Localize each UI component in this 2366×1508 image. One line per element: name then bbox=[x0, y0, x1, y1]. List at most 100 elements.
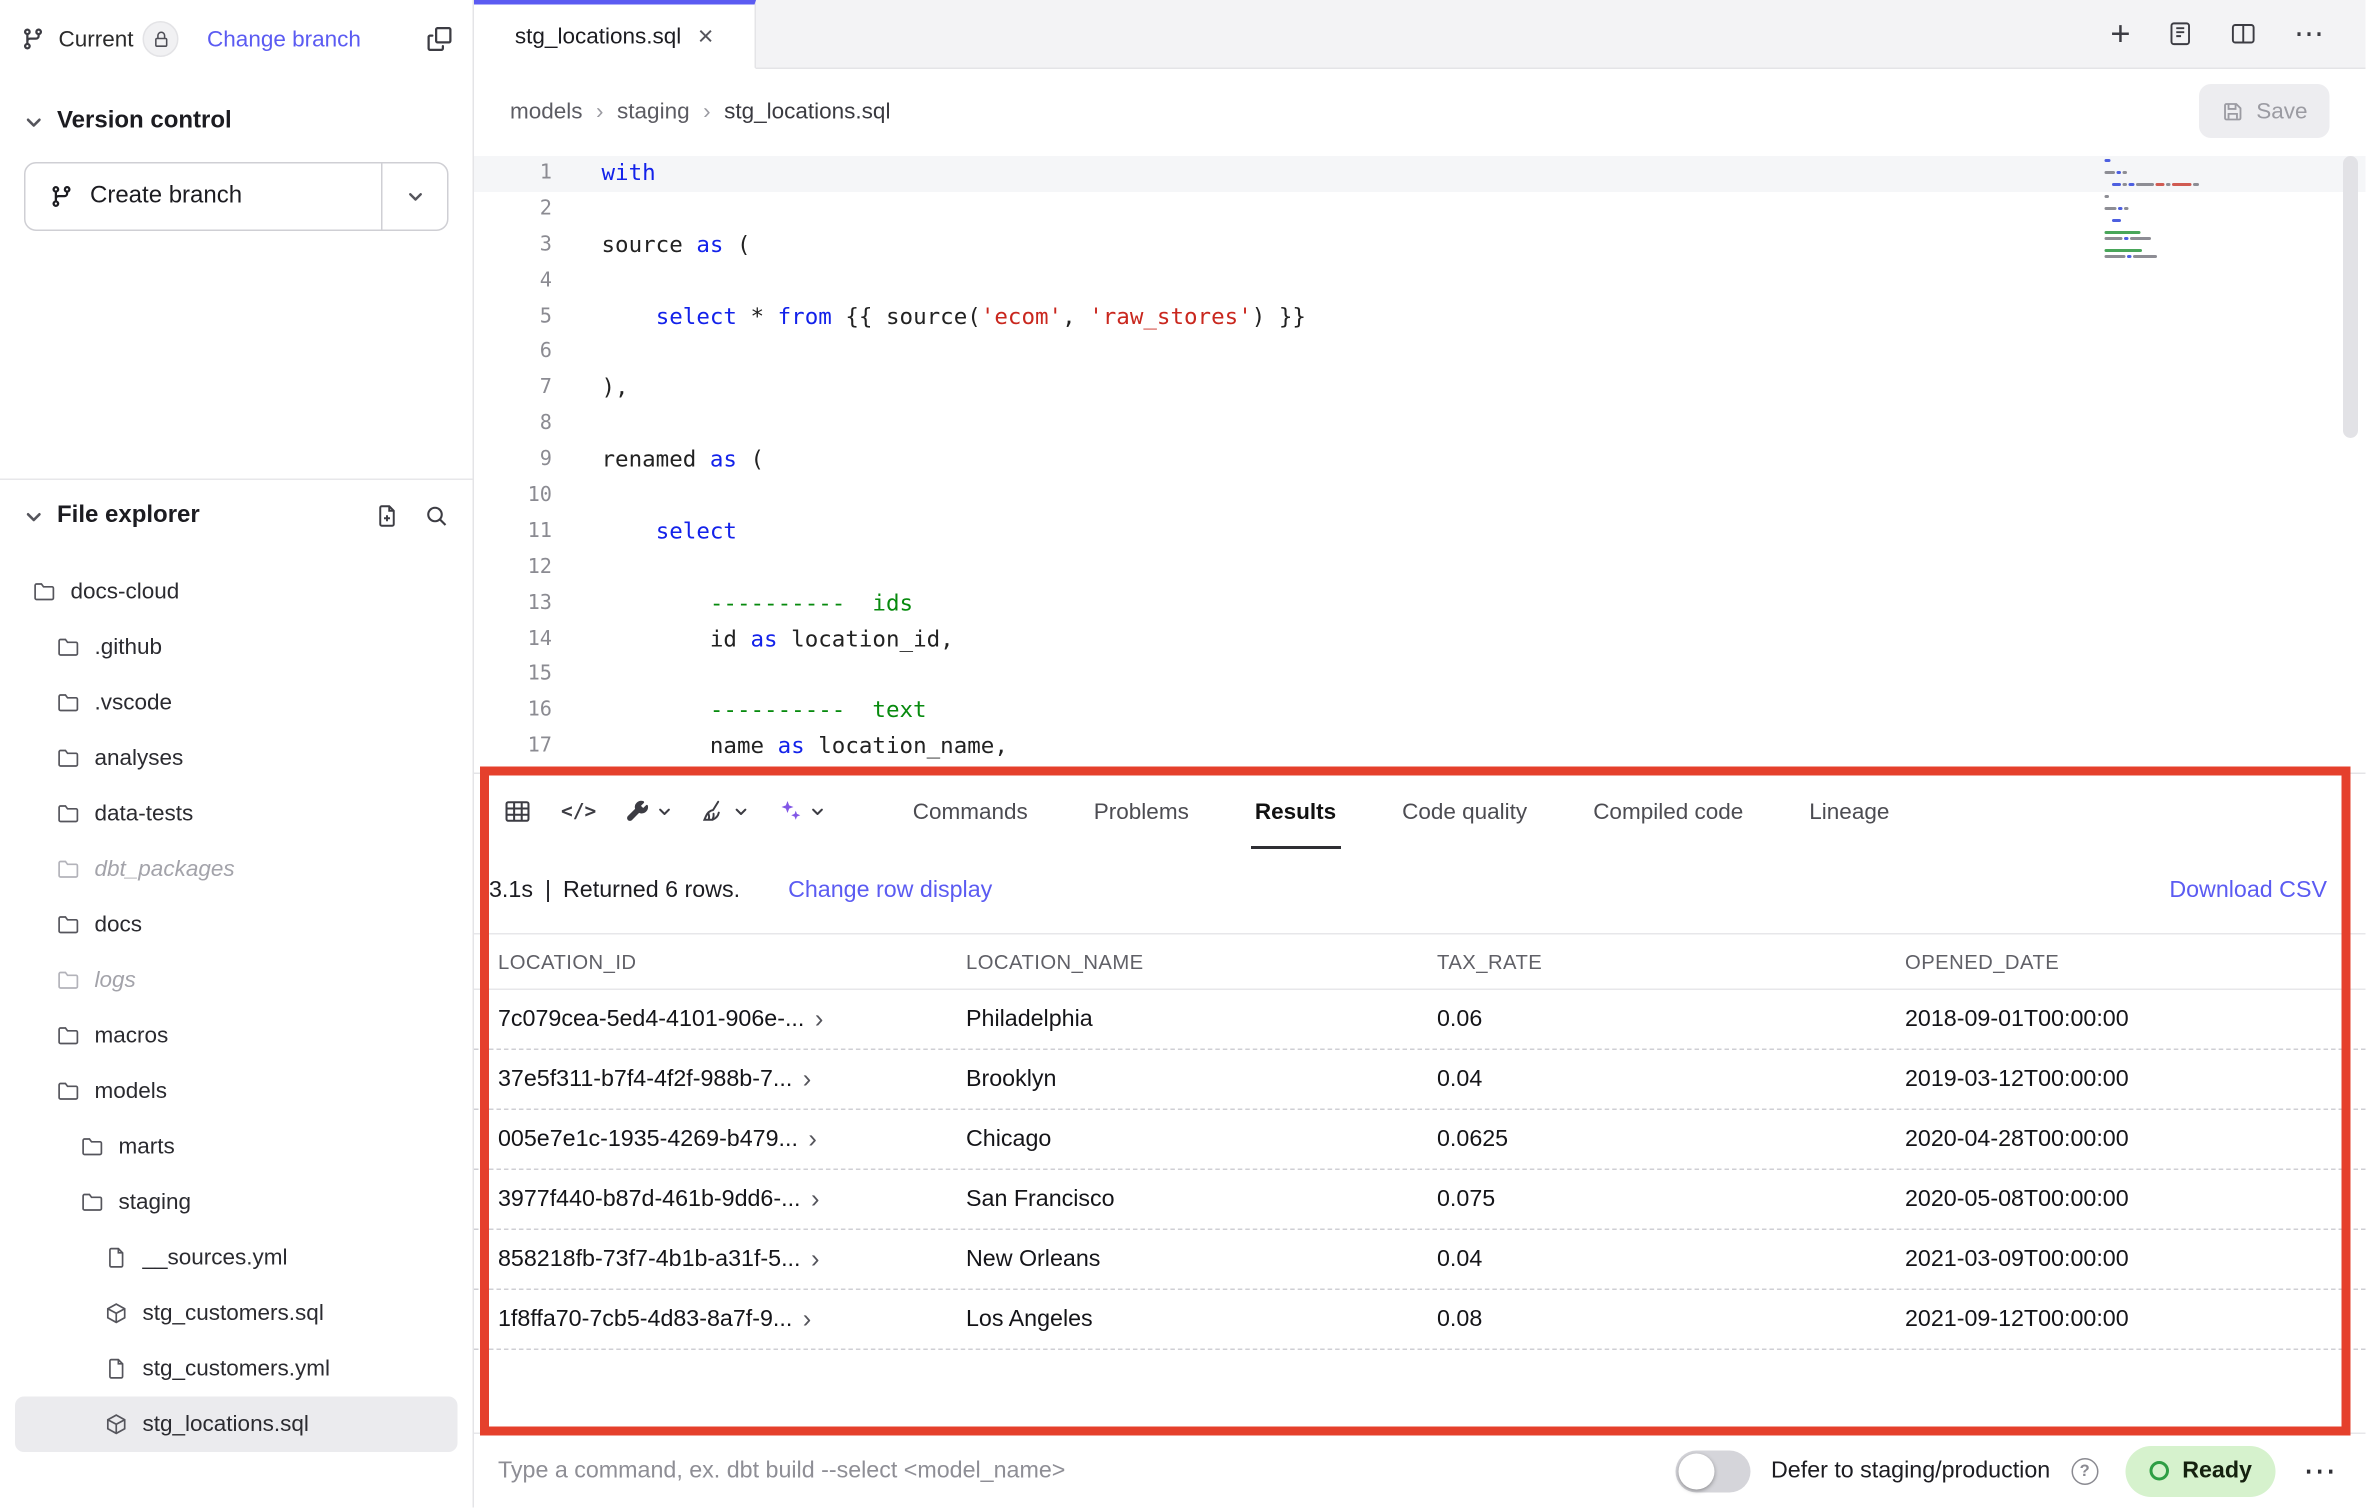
more-options-icon[interactable]: ⋯ bbox=[2294, 19, 2324, 49]
help-icon[interactable]: ? bbox=[2071, 1458, 2098, 1485]
model-icon bbox=[105, 1302, 128, 1325]
defer-toggle[interactable] bbox=[1675, 1450, 1750, 1492]
code-line[interactable]: 7), bbox=[474, 371, 2366, 407]
breadcrumb-models[interactable]: models bbox=[510, 98, 583, 124]
cell: 005e7e1c-1935-4269-b479...› bbox=[498, 1125, 966, 1155]
file-tree-item--github[interactable]: .github bbox=[15, 620, 458, 676]
file-explorer-header[interactable]: File explorer bbox=[0, 480, 473, 552]
cell: 2021-03-09T00:00:00 bbox=[1905, 1246, 2342, 1273]
ai-assist-dropdown[interactable] bbox=[779, 800, 826, 824]
file-tree-item-marts[interactable]: marts bbox=[15, 1119, 458, 1175]
file-tree-item-macros[interactable]: macros bbox=[15, 1008, 458, 1064]
code-line[interactable]: 16 ---------- text bbox=[474, 694, 2366, 730]
file-tree-item--vscode[interactable]: .vscode bbox=[15, 675, 458, 731]
tab-compiled-code[interactable]: Compiled code bbox=[1593, 774, 1743, 849]
file-item-label: __sources.yml bbox=[143, 1245, 288, 1271]
main-area: stg_locations.sql × + ⋯ models › staging… bbox=[474, 0, 2366, 1508]
command-input[interactable] bbox=[498, 1458, 1654, 1485]
code-line[interactable]: 10 bbox=[474, 479, 2366, 515]
file-tree-item-data-tests[interactable]: data-tests bbox=[15, 786, 458, 842]
row-expand-icon[interactable]: › bbox=[803, 1065, 812, 1095]
search-icon[interactable] bbox=[425, 504, 449, 528]
code-line[interactable]: 8 bbox=[474, 407, 2366, 443]
file-tree-item-dbt-packages[interactable]: dbt_packages bbox=[15, 842, 458, 898]
ready-ring-icon bbox=[2149, 1461, 2169, 1481]
code-view-icon[interactable]: </> bbox=[561, 801, 596, 824]
defer-label: Defer to staging/production bbox=[1771, 1458, 2050, 1485]
tab-commands[interactable]: Commands bbox=[913, 774, 1028, 849]
create-branch-main[interactable]: Create branch bbox=[26, 164, 382, 230]
code-text bbox=[552, 658, 602, 694]
cell: San Francisco bbox=[966, 1186, 1437, 1213]
code-line[interactable]: 15 bbox=[474, 658, 2366, 694]
new-tab-icon[interactable]: + bbox=[2110, 17, 2130, 52]
code-line[interactable]: 5 select * from {{ source('ecom', 'raw_s… bbox=[474, 299, 2366, 335]
save-button[interactable]: Save bbox=[2199, 84, 2330, 138]
tab-code-quality[interactable]: Code quality bbox=[1402, 774, 1527, 849]
more-options-button[interactable]: ⋯ bbox=[2303, 1455, 2336, 1488]
tab-problems[interactable]: Problems bbox=[1094, 774, 1189, 849]
file-tree-item-docs[interactable]: docs bbox=[15, 897, 458, 953]
file-item-label: stg_customers.yml bbox=[143, 1356, 331, 1382]
row-expand-icon[interactable]: › bbox=[803, 1305, 812, 1335]
code-line[interactable]: 17 name as location_name, bbox=[474, 729, 2366, 765]
cell: 0.08 bbox=[1437, 1306, 1905, 1333]
code-line[interactable]: 1with bbox=[474, 156, 2366, 192]
build-options-dropdown[interactable] bbox=[626, 800, 673, 824]
change-branch-link[interactable]: Change branch bbox=[207, 26, 361, 52]
pipe-separator: | bbox=[545, 878, 551, 905]
code-line[interactable]: 14 id as location_id, bbox=[474, 622, 2366, 658]
row-expand-icon[interactable]: › bbox=[808, 1125, 817, 1155]
tab-lineage[interactable]: Lineage bbox=[1809, 774, 1889, 849]
table-view-icon[interactable] bbox=[504, 798, 531, 825]
code-line[interactable]: 3source as ( bbox=[474, 228, 2366, 264]
change-row-display-link[interactable]: Change row display bbox=[788, 878, 992, 905]
new-file-icon[interactable] bbox=[375, 504, 399, 528]
code-line[interactable]: 9renamed as ( bbox=[474, 443, 2366, 479]
file-tree-item-logs[interactable]: logs bbox=[15, 953, 458, 1009]
code-text: id as location_id, bbox=[552, 622, 954, 658]
close-icon[interactable]: × bbox=[698, 23, 714, 50]
file-item-label: .vscode bbox=[95, 690, 173, 716]
tab-stg-locations-sql[interactable]: stg_locations.sql × bbox=[474, 0, 756, 69]
file-tree-item-stg-locations-sql[interactable]: stg_locations.sql bbox=[15, 1397, 458, 1453]
file-tree-item-stg-customers-yml[interactable]: stg_customers.yml bbox=[15, 1341, 458, 1397]
file-tree-item-staging[interactable]: staging bbox=[15, 1175, 458, 1231]
editor-scrollbar[interactable] bbox=[2343, 156, 2358, 438]
file-tree-item-docs-cloud[interactable]: docs-cloud bbox=[15, 564, 458, 620]
file-item-label: data-tests bbox=[95, 801, 194, 827]
copy-icon[interactable] bbox=[428, 27, 452, 51]
row-expand-icon[interactable]: › bbox=[811, 1185, 820, 1215]
tab-results[interactable]: Results bbox=[1255, 774, 1336, 849]
code-line[interactable]: 11 select bbox=[474, 514, 2366, 550]
create-branch-button[interactable]: Create branch bbox=[24, 162, 449, 231]
line-number: 10 bbox=[474, 479, 552, 515]
journal-icon[interactable] bbox=[2168, 21, 2194, 47]
file-tree-item-analyses[interactable]: analyses bbox=[15, 731, 458, 787]
format-dropdown[interactable] bbox=[703, 800, 750, 824]
code-line[interactable]: 13 ---------- ids bbox=[474, 586, 2366, 622]
file-tree-item--sources-yml[interactable]: __sources.yml bbox=[15, 1230, 458, 1286]
line-number: 12 bbox=[474, 550, 552, 586]
minimap[interactable] bbox=[2105, 159, 2243, 261]
split-view-icon[interactable] bbox=[2231, 21, 2257, 47]
download-csv-link[interactable]: Download CSV bbox=[2169, 878, 2327, 905]
row-expand-icon[interactable]: › bbox=[815, 1005, 824, 1035]
code-line[interactable]: 2 bbox=[474, 192, 2366, 228]
breadcrumb-staging[interactable]: staging bbox=[617, 98, 690, 124]
code-line[interactable]: 4 bbox=[474, 264, 2366, 300]
file-item-label: models bbox=[95, 1079, 168, 1105]
toggle-knob bbox=[1678, 1453, 1714, 1489]
code-line[interactable]: 6 bbox=[474, 335, 2366, 371]
code-line[interactable]: 12 bbox=[474, 550, 2366, 586]
create-branch-dropdown[interactable] bbox=[381, 164, 447, 230]
code-editor[interactable]: 1with23source as (45 select * from {{ so… bbox=[474, 153, 2366, 773]
code-text bbox=[552, 550, 602, 586]
file-tree-item-models[interactable]: models bbox=[15, 1064, 458, 1120]
file-tree-item-stg-customers-sql[interactable]: stg_customers.sql bbox=[15, 1286, 458, 1342]
file-item-label: marts bbox=[119, 1134, 175, 1160]
line-number: 17 bbox=[474, 729, 552, 765]
row-expand-icon[interactable]: › bbox=[811, 1245, 820, 1275]
version-control-header[interactable]: Version control bbox=[24, 99, 449, 144]
tab-bar-actions: + ⋯ bbox=[2110, 0, 2366, 68]
